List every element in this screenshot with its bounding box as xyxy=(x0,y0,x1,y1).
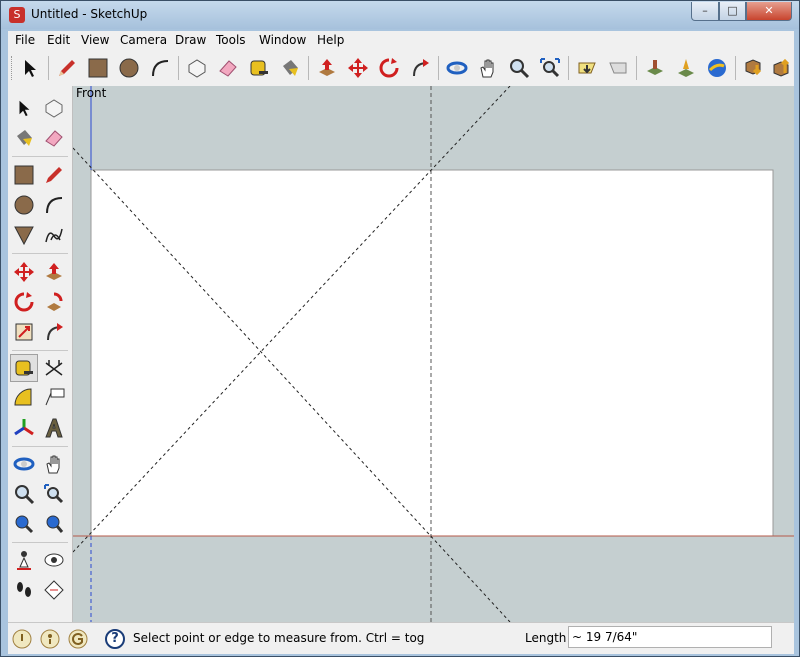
freehand-icon[interactable] xyxy=(40,221,68,249)
orbit-icon[interactable] xyxy=(10,450,38,478)
status-message: Select point or edge to measure from. Ct… xyxy=(133,631,425,645)
arc-icon[interactable] xyxy=(40,191,68,219)
offset-icon[interactable] xyxy=(40,318,68,346)
toolbar-separator xyxy=(178,56,179,80)
status-bar: ? Select point or edge to measure from. … xyxy=(8,622,794,654)
scene-view-label: Front xyxy=(76,86,107,100)
toolbar-grip[interactable] xyxy=(11,56,15,80)
sketchup-window: S Untitled - SketchUp – □ ✕ File Edit Vi… xyxy=(0,0,800,657)
eraser-icon[interactable] xyxy=(40,124,68,152)
select-icon[interactable] xyxy=(10,94,38,122)
zoom-icon[interactable] xyxy=(505,54,533,82)
zoom-extents-icon[interactable] xyxy=(40,510,68,538)
next-view-icon[interactable] xyxy=(604,54,632,82)
get-models-icon[interactable] xyxy=(740,54,768,82)
title-bar[interactable]: S Untitled - SketchUp – □ ✕ xyxy=(1,1,799,29)
drawing-viewport[interactable]: Front xyxy=(73,86,794,622)
move-icon[interactable] xyxy=(344,54,372,82)
push-pull-icon[interactable] xyxy=(40,258,68,286)
geo-location-icon[interactable] xyxy=(12,629,32,649)
make-component-icon[interactable] xyxy=(40,94,68,122)
toolbar-separator xyxy=(636,56,637,80)
user-sign-in-icon[interactable] xyxy=(68,629,88,649)
menu-draw[interactable]: Draw xyxy=(175,33,206,47)
minimize-button[interactable]: – xyxy=(691,2,719,21)
instructor-help-icon[interactable]: ? xyxy=(105,629,125,649)
rectangle-icon[interactable] xyxy=(10,161,38,189)
tape-measure-icon[interactable] xyxy=(245,54,273,82)
sketchup-app-icon[interactable]: S xyxy=(9,7,25,23)
scene-canvas[interactable] xyxy=(73,86,794,622)
rotate-icon[interactable] xyxy=(375,54,403,82)
menu-help[interactable]: Help xyxy=(317,33,344,47)
walk-icon[interactable] xyxy=(10,576,38,604)
axes-icon[interactable] xyxy=(10,414,38,442)
section-plane-icon[interactable] xyxy=(40,576,68,604)
google-earth-icon[interactable] xyxy=(703,54,731,82)
toggle-terrain-icon[interactable] xyxy=(672,54,700,82)
dimension-icon[interactable] xyxy=(40,354,68,382)
scale-icon[interactable] xyxy=(10,318,38,346)
tool-separator xyxy=(12,350,68,351)
position-camera-icon[interactable] xyxy=(10,546,38,574)
menu-file[interactable]: File xyxy=(15,33,35,47)
toolbar-separator xyxy=(48,56,49,80)
make-component-icon[interactable] xyxy=(183,54,211,82)
tool-separator xyxy=(12,542,68,543)
toolbar-separator xyxy=(568,56,569,80)
paint-bucket-icon[interactable] xyxy=(276,54,304,82)
push-pull-icon[interactable] xyxy=(313,54,341,82)
circle-icon[interactable] xyxy=(115,54,143,82)
pan-icon[interactable] xyxy=(40,450,68,478)
menu-window[interactable]: Window xyxy=(259,33,306,47)
3d-text-icon[interactable] xyxy=(40,414,68,442)
arc-icon[interactable] xyxy=(146,54,174,82)
main-toolbar xyxy=(8,51,794,87)
menu-camera[interactable]: Camera xyxy=(120,33,167,47)
zoom-icon[interactable] xyxy=(10,480,38,508)
tape-measure-icon[interactable] xyxy=(10,354,38,382)
toolbar-separator xyxy=(308,56,309,80)
tool-separator xyxy=(12,446,68,447)
paint-bucket-icon[interactable] xyxy=(10,124,38,152)
previous-view-icon[interactable] xyxy=(573,54,601,82)
eraser-icon[interactable] xyxy=(214,54,242,82)
measurements-input[interactable]: ~ 19 7/64" xyxy=(568,626,772,648)
circle-icon[interactable] xyxy=(10,191,38,219)
large-tool-set xyxy=(8,86,73,622)
orbit-icon[interactable] xyxy=(443,54,471,82)
credits-icon[interactable] xyxy=(40,629,60,649)
toolbar-separator xyxy=(735,56,736,80)
tool-separator xyxy=(12,253,68,254)
select-icon[interactable] xyxy=(16,54,44,82)
pan-icon[interactable] xyxy=(474,54,502,82)
menu-tools[interactable]: Tools xyxy=(216,33,246,47)
follow-me-icon[interactable] xyxy=(40,288,68,316)
zoom-window-icon[interactable] xyxy=(40,480,68,508)
pencil-icon[interactable] xyxy=(40,161,68,189)
tool-separator xyxy=(12,156,68,157)
measurements-label: Length xyxy=(525,631,567,645)
menu-edit[interactable]: Edit xyxy=(47,33,70,47)
zoom-extents-icon[interactable] xyxy=(536,54,564,82)
menu-view[interactable]: View xyxy=(81,33,109,47)
share-model-icon[interactable] xyxy=(768,54,796,82)
move-icon[interactable] xyxy=(10,258,38,286)
text-tool-icon[interactable] xyxy=(40,384,68,412)
maximize-button[interactable]: □ xyxy=(719,2,746,21)
front-face-rectangle[interactable] xyxy=(90,169,774,537)
protractor-icon[interactable] xyxy=(10,384,38,412)
look-around-icon[interactable] xyxy=(40,546,68,574)
rotate-icon[interactable] xyxy=(10,288,38,316)
menu-bar: File Edit View Camera Draw Tools Window … xyxy=(8,31,794,51)
pencil-icon[interactable] xyxy=(53,54,81,82)
previous-icon[interactable] xyxy=(10,510,38,538)
toolbar-separator xyxy=(438,56,439,80)
close-button[interactable]: ✕ xyxy=(746,2,792,21)
add-location-icon[interactable] xyxy=(641,54,669,82)
polygon-icon[interactable] xyxy=(10,221,38,249)
follow-me-icon[interactable] xyxy=(406,54,434,82)
rectangle-icon[interactable] xyxy=(84,54,112,82)
window-title: Untitled - SketchUp xyxy=(31,7,148,21)
